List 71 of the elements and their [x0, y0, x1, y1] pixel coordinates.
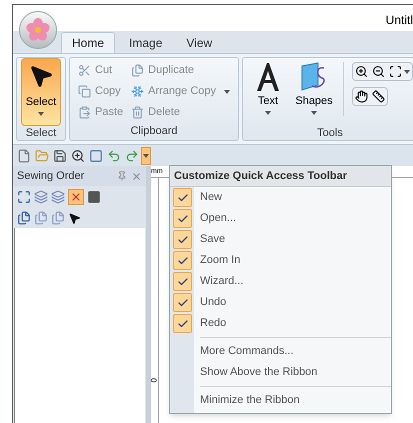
save-icon	[53, 148, 67, 162]
ruler-mark: 0	[150, 377, 158, 382]
delete-frame-button[interactable]	[68, 189, 84, 205]
window-icon	[89, 148, 103, 162]
check-icon	[176, 276, 188, 288]
ribbon-tab[interactable]: Home	[61, 32, 116, 53]
pages-icon	[131, 64, 144, 77]
check-icon	[176, 296, 188, 308]
copy-icon	[78, 85, 91, 98]
close-icon	[70, 191, 82, 203]
window-title: Untitl	[386, 12, 413, 29]
menu-item[interactable]: Undo	[170, 292, 391, 313]
trash-icon	[131, 106, 144, 119]
menu-item[interactable]: Redo	[170, 313, 391, 334]
menu-title: Customize Quick Access Toolbar	[170, 166, 391, 187]
select-button[interactable]: Select	[21, 58, 61, 126]
hand-icon	[355, 90, 368, 103]
pointer-icon[interactable]	[68, 212, 81, 224]
pane-title: Sewing Order	[17, 168, 86, 184]
check-icon	[176, 254, 188, 266]
layers-icon[interactable]	[51, 190, 65, 204]
menu-item[interactable]: Wizard...	[170, 271, 391, 292]
frame-icon[interactable]	[17, 190, 31, 204]
group-label: Clipboard	[129, 124, 179, 139]
check-icon	[176, 212, 188, 224]
measure-button[interactable]	[370, 88, 388, 105]
group-label: Select	[24, 126, 58, 141]
close-icon[interactable]	[131, 170, 142, 182]
redo-icon	[125, 148, 139, 162]
pin-icon[interactable]	[117, 171, 127, 181]
check-icon	[176, 234, 188, 246]
caret-icon	[265, 111, 272, 115]
menu-item[interactable]: Save	[170, 229, 391, 250]
zoom-in-icon	[355, 65, 368, 78]
caret-icon	[143, 154, 149, 158]
flower-icon	[25, 17, 51, 43]
menu-item[interactable]: Minimize the Ribbon	[170, 390, 391, 411]
caret-icon	[311, 111, 318, 115]
frame-icon	[389, 65, 402, 78]
pages-icon[interactable]	[17, 211, 31, 225]
menu-item[interactable]: More Commands...	[170, 341, 391, 362]
page-icon	[17, 148, 31, 162]
layers-icon[interactable]	[34, 190, 48, 204]
group-label: Tools	[316, 126, 344, 141]
menu-item[interactable]: New	[170, 187, 391, 208]
pages-icon[interactable]	[34, 211, 48, 225]
folder-icon	[35, 148, 49, 162]
text-tool-button[interactable]: Text	[247, 62, 290, 126]
zoom-in-icon	[71, 148, 85, 162]
letter-a-icon	[255, 62, 282, 92]
menu-item[interactable]: Show Above the Ribbon	[170, 362, 391, 383]
undo-icon	[107, 148, 121, 162]
clipboard-icon	[78, 106, 91, 119]
square-icon[interactable]	[87, 190, 101, 204]
menu-item[interactable]: Zoom In	[170, 250, 391, 271]
pan-button[interactable]	[353, 88, 370, 105]
ribbon-tab[interactable]: Image	[119, 32, 172, 53]
ribbon-tab[interactable]: View	[176, 32, 222, 53]
menu-item[interactable]: Open...	[170, 208, 391, 229]
ruler-icon	[372, 90, 386, 103]
app-menu-button[interactable]	[19, 11, 57, 49]
customize-toolbar-button[interactable]	[141, 146, 151, 164]
snowflake-icon	[131, 85, 144, 98]
zoom-out-icon	[372, 65, 386, 78]
check-icon	[176, 192, 188, 204]
shapes-tool-button[interactable]: Shapes	[293, 62, 336, 126]
scissors-icon	[78, 64, 91, 77]
caret-icon	[38, 112, 44, 116]
caret-icon	[404, 70, 410, 74]
fit-button[interactable]	[387, 63, 412, 80]
check-icon	[176, 318, 188, 330]
